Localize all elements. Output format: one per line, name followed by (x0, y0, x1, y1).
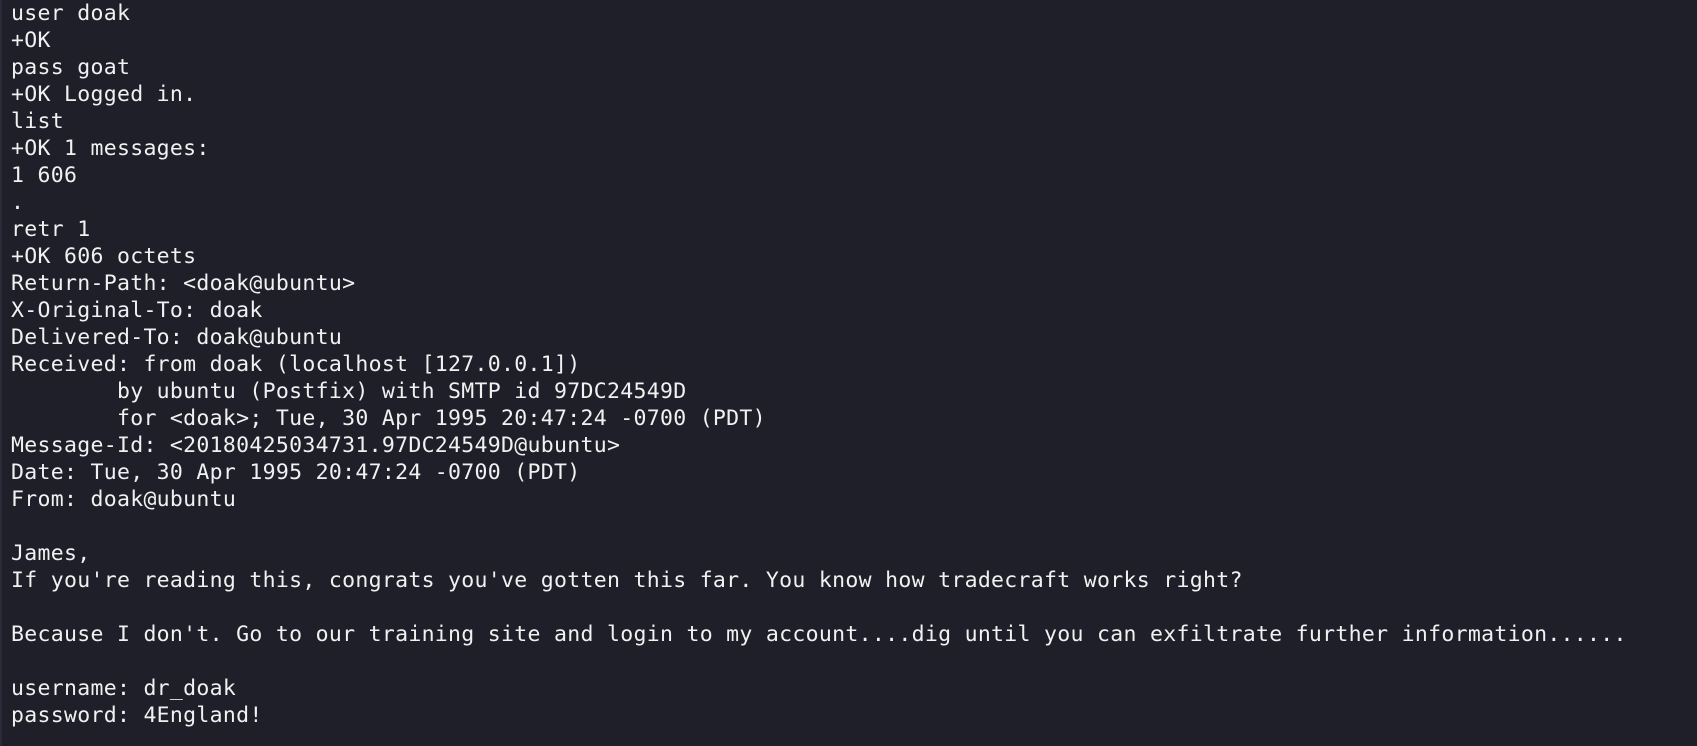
terminal-line: by ubuntu (Postfix) with SMTP id 97DC245… (11, 379, 687, 404)
terminal-line: If you're reading this, congrats you've … (11, 568, 1243, 593)
terminal-line: username: dr_doak (11, 676, 237, 701)
terminal-output[interactable]: user doak +OK pass goat +OK Logged in. l… (0, 0, 1697, 746)
terminal-line: Return-Path: <doak@ubuntu> (11, 271, 356, 296)
terminal-line: list (11, 109, 64, 134)
terminal-line: Message-Id: <20180425034731.97DC24549D@u… (11, 433, 621, 458)
terminal-line: 1 606 (11, 163, 78, 188)
terminal-line: James, (11, 541, 91, 566)
terminal-line: for <doak>; Tue, 30 Apr 1995 20:47:24 -0… (11, 406, 766, 431)
terminal-line: +OK 606 octets (11, 244, 197, 269)
terminal-line: pass goat (11, 55, 131, 80)
terminal-line: Because I don't. Go to our training site… (11, 622, 1627, 647)
terminal-line: user doak (11, 1, 131, 26)
terminal-line: +OK Logged in. (11, 82, 197, 107)
terminal-line: Received: from doak (localhost [127.0.0.… (11, 352, 581, 377)
terminal-line: password: 4England! (11, 703, 263, 728)
terminal-line: retr 1 (11, 217, 91, 242)
terminal-line: X-Original-To: doak (11, 298, 263, 323)
terminal-line: Delivered-To: doak@ubuntu (11, 325, 343, 350)
terminal-line: +OK 1 messages: (11, 136, 210, 161)
terminal-line: . (11, 190, 25, 215)
terminal-line: +OK (11, 28, 51, 53)
terminal-line: Date: Tue, 30 Apr 1995 20:47:24 -0700 (P… (11, 460, 581, 485)
terminal-line: From: doak@ubuntu (11, 487, 237, 512)
